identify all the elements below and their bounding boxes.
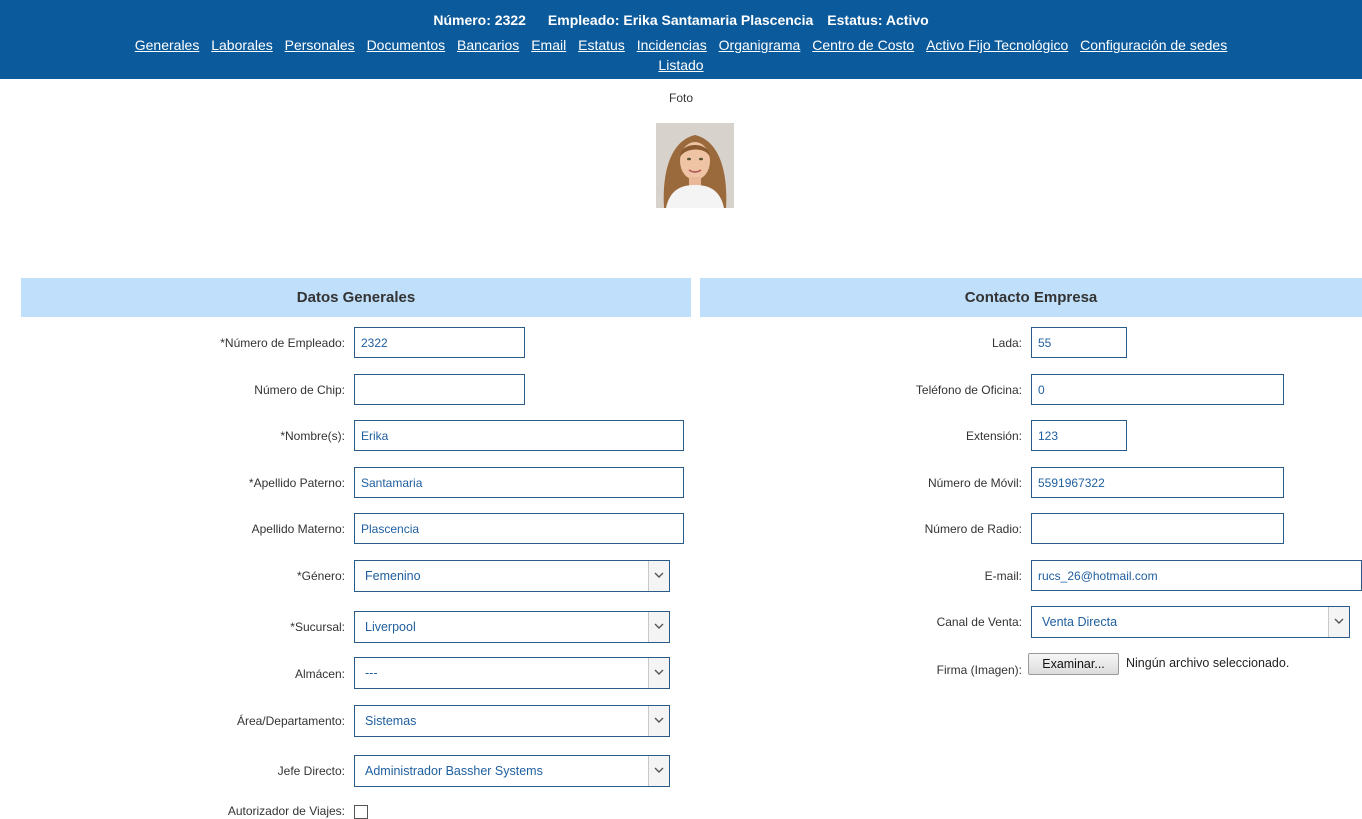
nav-incidencias[interactable]: Incidencias <box>637 37 707 53</box>
sucursal-select[interactable]: Liverpool <box>354 611 670 643</box>
label-numero-radio: Número de Radio: <box>924 522 1022 536</box>
numero-movil-input[interactable] <box>1031 467 1284 498</box>
numero-chip-input[interactable] <box>354 374 525 405</box>
label-nombre: *Nombre(s): <box>280 429 345 443</box>
label-telefono-oficina: Teléfono de Oficina: <box>915 383 1022 397</box>
nav-config-sedes[interactable]: Configuración de sedes <box>1080 37 1227 53</box>
sucursal-select-value: Liverpool <box>365 620 416 634</box>
chevron-down-icon <box>648 658 669 688</box>
label-sucursal: *Sucursal: <box>290 620 345 634</box>
area-select[interactable]: Sistemas <box>354 705 670 737</box>
numero-radio-input[interactable] <box>1031 513 1284 544</box>
nav-organigrama[interactable]: Organigrama <box>719 37 801 53</box>
apellido-materno-input[interactable] <box>354 513 684 544</box>
label-apellido-materno: Apellido Materno: <box>251 522 345 536</box>
label-canal-venta: Canal de Venta: <box>936 615 1022 629</box>
photo-label: Foto <box>668 91 693 105</box>
employee-name: Empleado: Erika Santamaria Plascencia <box>547 12 814 28</box>
chevron-down-icon <box>648 612 669 642</box>
nav-estatus[interactable]: Estatus <box>578 37 625 53</box>
nav-activo-fijo[interactable]: Activo Fijo Tecnológico <box>926 37 1068 53</box>
label-email: E-mail: <box>984 569 1022 583</box>
almacen-select-value: --- <box>365 666 378 680</box>
employee-status: Estatus: Activo <box>827 12 929 28</box>
label-firma-imagen: Firma (Imagen): <box>936 663 1022 677</box>
employee-photo <box>656 123 734 208</box>
autorizador-viajes-checkbox[interactable] <box>354 805 368 819</box>
email-input[interactable] <box>1031 560 1362 591</box>
chevron-down-icon <box>648 756 669 786</box>
datos-generales-header: Datos Generales <box>21 278 691 317</box>
employee-summary: Número: 2322 Empleado: Erika Santamaria P… <box>0 12 1362 28</box>
nav-tabs: Generales Laborales Personales Documento… <box>0 36 1362 54</box>
genero-select-value: Femenino <box>365 569 421 583</box>
almacen-select[interactable]: --- <box>354 657 670 689</box>
jefe-directo-select-value: Administrador Bassher Systems <box>365 764 543 778</box>
lada-input[interactable] <box>1031 327 1127 358</box>
nav-email[interactable]: Email <box>531 37 566 53</box>
label-autorizador-viajes: Autorizador de Viajes: <box>227 804 345 818</box>
nombre-input[interactable] <box>354 420 684 451</box>
extension-input[interactable] <box>1031 420 1127 451</box>
nav-documentos[interactable]: Documentos <box>367 37 446 53</box>
nav-generales[interactable]: Generales <box>135 37 200 53</box>
canal-venta-select-value: Venta Directa <box>1042 615 1118 629</box>
numero-empleado-input[interactable] <box>354 327 525 358</box>
nav-centro-costo[interactable]: Centro de Costo <box>812 37 914 53</box>
label-almacen: Almácen: <box>294 667 345 681</box>
chevron-down-icon <box>648 706 669 736</box>
telefono-oficina-input[interactable] <box>1031 374 1284 405</box>
header-bar: Número: 2322 Empleado: Erika Santamaria P… <box>0 0 1362 79</box>
employee-number: Número: 2322 <box>433 12 526 28</box>
contacto-empresa-header: Contacto Empresa <box>700 278 1362 317</box>
nav-tabs-row2: Listado <box>0 56 1362 74</box>
label-jefe-directo: Jefe Directo: <box>277 764 345 778</box>
genero-select[interactable]: Femenino <box>354 560 670 592</box>
nav-personales[interactable]: Personales <box>285 37 355 53</box>
file-status-text: Ningún archivo seleccionado. <box>1126 656 1290 670</box>
label-numero-chip: Número de Chip: <box>254 383 345 397</box>
nav-laborales[interactable]: Laborales <box>211 37 273 53</box>
label-area: Área/Departamento: <box>236 714 345 728</box>
jefe-directo-select[interactable]: Administrador Bassher Systems <box>354 755 670 787</box>
label-numero-movil: Número de Móvil: <box>927 476 1022 490</box>
nav-bancarios[interactable]: Bancarios <box>457 37 519 53</box>
label-numero-empleado: *Número de Empleado: <box>220 336 345 350</box>
chevron-down-icon <box>648 561 669 591</box>
apellido-paterno-input[interactable] <box>354 467 684 498</box>
chevron-down-icon <box>1328 607 1349 637</box>
area-select-value: Sistemas <box>365 714 417 728</box>
canal-venta-select[interactable]: Venta Directa <box>1031 606 1350 638</box>
examinar-button[interactable]: Examinar... <box>1028 653 1119 675</box>
label-genero: *Género: <box>296 569 345 583</box>
label-apellido-paterno: *Apellido Paterno: <box>248 476 345 490</box>
label-lada: Lada: <box>991 336 1022 350</box>
label-extension: Extensión: <box>965 429 1022 443</box>
nav-listado[interactable]: Listado <box>658 57 703 73</box>
